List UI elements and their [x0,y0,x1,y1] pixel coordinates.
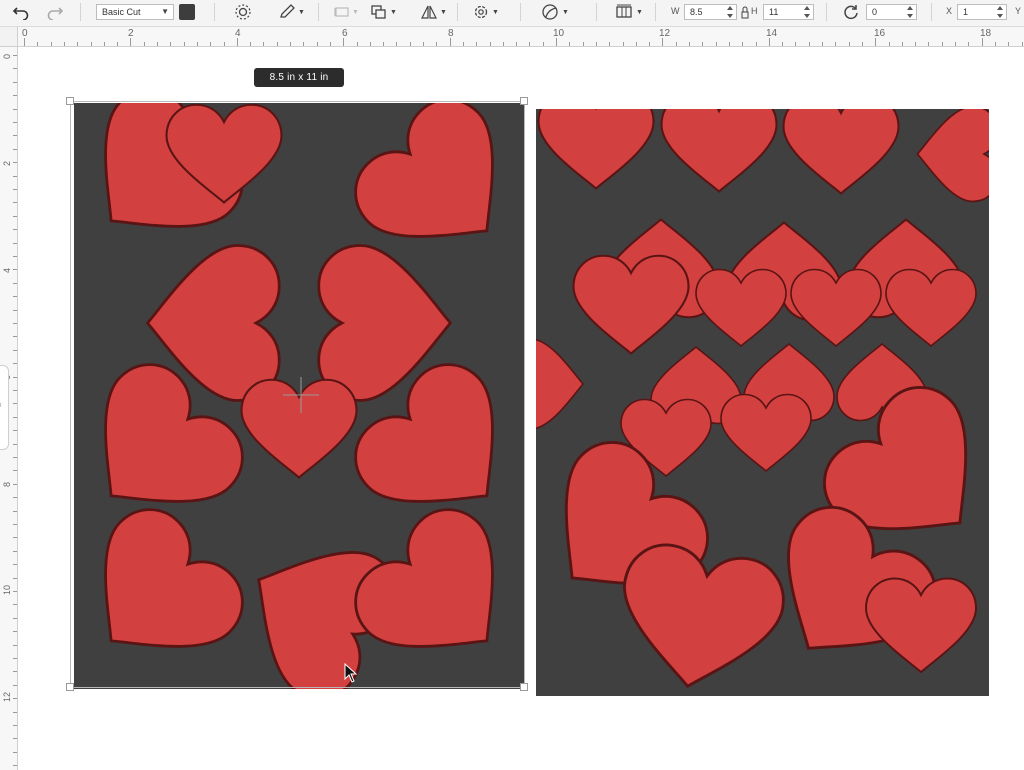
x-value: 1 [963,7,969,17]
height-field[interactable]: 11 [763,4,814,20]
resize-handle-top-right[interactable] [520,97,528,105]
contour-button[interactable]: ▼ [472,0,499,24]
resize-handle-top-left[interactable] [66,97,74,105]
heart-shape[interactable] [782,109,900,195]
x-field[interactable]: 1 [957,4,1007,20]
arrange-button[interactable]: ▼ [370,0,397,24]
offset-icon [235,4,251,20]
heart-sheet-left-artwork [74,103,524,689]
undo-icon [12,7,29,20]
x-stepper[interactable] [997,6,1004,18]
chevron-down-icon: ▼ [562,8,569,16]
heart-shape[interactable] [916,109,990,203]
heart-shape[interactable] [607,537,792,696]
width-field[interactable]: 8.5 [684,4,737,20]
arrange-icon [371,5,386,19]
heart-shape[interactable] [337,491,524,689]
heart-shape[interactable] [74,491,261,689]
color-swatch[interactable] [179,4,195,20]
size-tooltip: 8.5 in x 11 in [254,68,344,87]
height-label: H [751,6,758,16]
undo-button[interactable] [12,0,30,24]
mouse-pointer-icon [344,663,358,683]
ruler-top-label: 12 [659,28,671,39]
height-stepper[interactable] [804,6,811,18]
height-value: 11 [769,7,779,17]
slice-button[interactable]: ▼ [540,0,569,24]
heart-sheet-right[interactable] [536,109,989,696]
rotate-icon [844,5,858,20]
y-label: Y [1015,6,1022,16]
design-canvas[interactable]: 8.5 in x 11 in [0,47,1024,770]
heart-shape[interactable] [537,109,655,190]
ruler-corner [0,27,18,47]
chevron-down-icon: ▼ [636,8,643,16]
linetype-button[interactable]: ▼ [278,0,305,24]
redo-icon [47,7,64,20]
width-value: 8.5 [690,7,703,17]
rotate-value: 0 [872,7,878,17]
ruler-top: 0 2 4 6 8 10 12 14 16 18 [18,27,1024,47]
heart-sheet-right-artwork [536,109,989,696]
width-stepper[interactable] [727,6,734,18]
rotate-button[interactable] [842,0,860,24]
chevron-down-icon: ▼ [161,7,169,16]
size-icon [616,4,632,18]
resize-handle-bottom-left[interactable] [66,683,74,691]
chevron-down-icon: ▼ [440,8,447,16]
heart-shape[interactable] [660,109,778,193]
chevron-down-icon: ▼ [492,8,499,16]
width-label: W [671,6,680,16]
align-icon [334,7,349,17]
lock-aspect-button[interactable] [741,0,749,24]
ruler-top-label: 10 [553,28,565,39]
heart-shape[interactable] [240,378,358,479]
resize-handle-bottom-right[interactable] [520,683,528,691]
flip-button[interactable]: ▼ [420,0,447,24]
chevron-down-icon: ▼ [298,8,305,16]
operation-select[interactable]: Basic Cut ▼ [96,4,174,20]
slice-icon [542,4,558,20]
flip-icon [421,5,437,19]
redo-button[interactable] [46,0,64,24]
rotate-field[interactable]: 0 [866,4,917,20]
operation-value: Basic Cut [102,7,141,17]
rotate-stepper[interactable] [907,6,914,18]
chevron-down-icon: ▼ [390,8,397,16]
align-button[interactable]: ▼ [334,0,359,24]
pen-icon [280,4,295,18]
heart-shape[interactable] [536,338,584,430]
ruler-top-label: 14 [766,28,778,39]
gear-icon [474,5,488,19]
edit-toolbar: Basic Cut ▼ ▼ ▼ ▼ ▼ ▼ ▼ ▼ W 8.5 H 11 0 X… [0,0,1024,27]
offset-button[interactable] [233,0,253,24]
lock-icon [741,6,749,19]
heart-sheet-left[interactable] [74,103,524,689]
chevron-down-icon: ▼ [352,8,359,16]
size-button[interactable]: ▼ [614,0,643,24]
x-label: X [946,6,953,16]
